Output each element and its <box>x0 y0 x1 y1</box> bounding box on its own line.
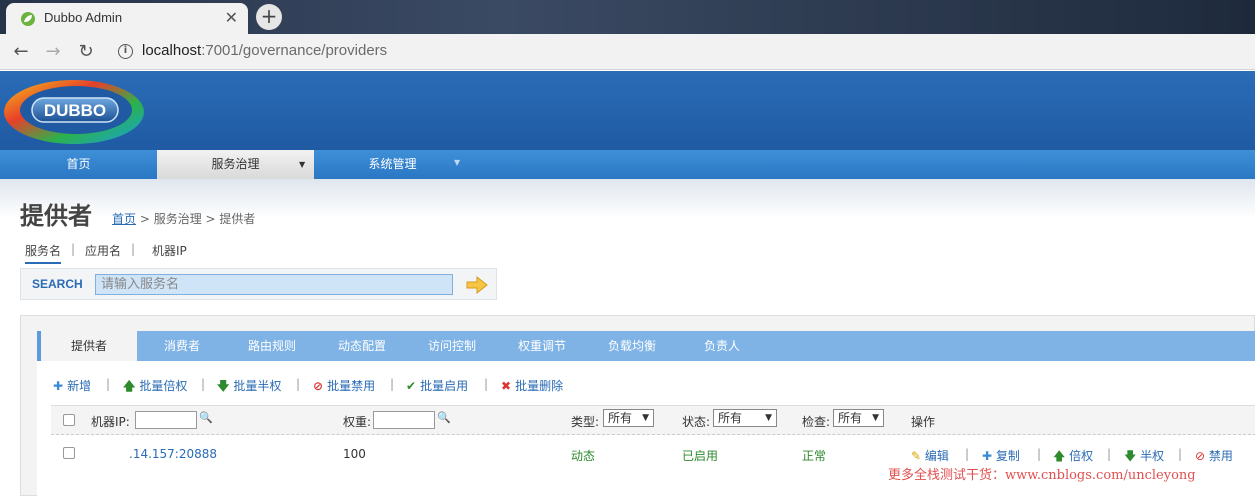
arrow-down-icon: 🡇 <box>217 379 230 393</box>
divider: | <box>1037 447 1042 461</box>
select-all-checkbox[interactable] <box>63 414 75 426</box>
row-checkbox[interactable] <box>63 447 75 459</box>
cross-icon: ✖ <box>501 379 512 393</box>
status-filter-label: 状态: <box>682 415 711 429</box>
batch-delete-button[interactable]: ✖ 批量删除 <box>501 377 563 394</box>
search-icon[interactable]: 🔍 <box>437 411 451 424</box>
divider: | <box>131 242 136 256</box>
type-filter-label: 类型: <box>571 415 600 429</box>
ban-icon: ⊘ <box>313 379 324 393</box>
breadcrumb: 首页 > 服务治理 > 提供者 <box>112 210 255 227</box>
panel-tabs: 提供者 消费者 路由规则 动态配置 访问控制 权重调节 负载均衡 负责人 <box>37 331 1255 361</box>
plus-icon: ✚ <box>53 379 64 393</box>
chevron-down-icon: ▼ <box>642 413 649 423</box>
close-tab-icon[interactable]: ✕ <box>225 8 238 27</box>
subtab-service-name[interactable]: 服务名 <box>25 242 62 264</box>
tab-owners[interactable]: 负责人 <box>677 331 767 361</box>
nav-system-management[interactable]: 系统管理 ▼ <box>314 150 471 179</box>
divider: | <box>71 242 76 256</box>
batch-double-weight-button[interactable]: 🡅 批量倍权 <box>123 377 187 398</box>
spring-leaf-icon <box>21 12 35 26</box>
url-text: localhost:7001/governance/providers <box>142 42 388 59</box>
breadcrumb-home-link[interactable]: 首页 <box>112 212 136 226</box>
ban-icon: ⊘ <box>1195 449 1206 463</box>
dubbo-logo[interactable]: DUBBO <box>2 76 145 146</box>
divider: | <box>484 377 489 391</box>
row-status: 已启用 <box>682 449 719 463</box>
pencil-icon: ✎ <box>911 449 922 463</box>
arrow-up-icon: 🡅 <box>1053 449 1066 463</box>
tab-access[interactable]: 访问控制 <box>407 331 497 361</box>
batch-half-weight-button[interactable]: 🡇 批量半权 <box>217 377 281 398</box>
tab-weights[interactable]: 权重调节 <box>497 331 587 361</box>
type-filter-select[interactable]: 所有 ▼ <box>603 409 654 427</box>
row-weight: 100 <box>343 447 366 461</box>
tab-providers[interactable]: 提供者 <box>37 331 137 361</box>
browser-tabstrip: Dubbo Admin ✕ + <box>0 0 1255 34</box>
disable-button[interactable]: ⊘ 禁用 <box>1195 447 1233 464</box>
check-icon: ✔ <box>406 379 417 393</box>
batch-enable-button[interactable]: ✔ 批量启用 <box>406 377 468 394</box>
divider: | <box>106 377 111 391</box>
chevron-down-icon: ▼ <box>872 413 879 423</box>
copy-button[interactable]: ✚ 复制 <box>982 447 1020 464</box>
dropdown-caret-icon: ▼ <box>454 158 461 167</box>
row-ip-link[interactable]: .14.157:20888 <box>129 447 217 461</box>
operations-header: 操作 <box>911 415 936 429</box>
nav-service-governance[interactable]: 服务治理 ▼ <box>157 150 314 179</box>
page-title: 提供者 <box>20 202 92 230</box>
ip-filter-input[interactable] <box>135 411 197 429</box>
search-input[interactable] <box>95 274 453 295</box>
browser-toolbar: ← → ↻ i localhost:7001/governance/provid… <box>0 34 1255 70</box>
nav-home[interactable]: 首页 <box>0 150 157 179</box>
arrow-up-icon: 🡅 <box>123 379 136 393</box>
search-bar: SEARCH <box>20 268 497 300</box>
forward-arrow-icon[interactable]: → <box>42 41 64 63</box>
info-icon[interactable]: i <box>118 44 133 59</box>
batch-disable-button[interactable]: ⊘ 批量禁用 <box>313 377 375 394</box>
tab-consumers[interactable]: 消费者 <box>137 331 227 361</box>
plus-icon: ✚ <box>982 449 993 463</box>
dropdown-caret-icon: ▼ <box>299 160 306 169</box>
watermark-text: 更多全栈测试干货：www.cnblogs.com/uncleyong <box>888 468 1196 483</box>
subtab-machine-ip[interactable]: 机器IP <box>152 242 187 259</box>
search-icon[interactable]: 🔍 <box>199 411 213 424</box>
tab-routes[interactable]: 路由规则 <box>227 331 317 361</box>
divider: | <box>296 377 301 391</box>
edit-button[interactable]: ✎ 编辑 <box>911 447 949 464</box>
tab-overrides[interactable]: 动态配置 <box>317 331 407 361</box>
chevron-down-icon: ▼ <box>765 413 772 423</box>
address-bar[interactable]: i localhost:7001/governance/providers <box>108 39 1255 65</box>
divider: | <box>965 447 970 461</box>
divider: | <box>1107 447 1112 461</box>
weight-filter-label: 权重: <box>343 415 372 429</box>
divider: | <box>390 377 395 391</box>
reload-icon[interactable]: ↻ <box>75 41 97 63</box>
ip-filter-label: 机器IP: <box>91 415 130 429</box>
browser-tab[interactable]: Dubbo Admin ✕ <box>6 3 248 34</box>
app-header: DUBBO <box>0 71 1255 150</box>
divider: | <box>201 377 206 391</box>
arrow-down-icon: 🡇 <box>1124 449 1137 463</box>
check-filter-label: 检查: <box>802 415 831 429</box>
new-tab-button[interactable]: + <box>256 4 282 30</box>
logo-text: DUBBO <box>44 101 106 120</box>
main-nav: 首页 服务治理 ▼ 系统管理 ▼ <box>0 150 1255 179</box>
check-filter-select[interactable]: 所有 ▼ <box>833 409 884 427</box>
row-check: 正常 <box>802 449 827 463</box>
tab-loadbalance[interactable]: 负载均衡 <box>587 331 677 361</box>
divider: | <box>1178 447 1183 461</box>
add-button[interactable]: ✚ 新增 <box>53 377 91 394</box>
subtab-app-name[interactable]: 应用名 <box>85 242 121 259</box>
status-filter-select[interactable]: 所有 ▼ <box>713 409 777 427</box>
search-label: SEARCH <box>32 277 83 291</box>
breadcrumb-rest: > 服务治理 > 提供者 <box>139 212 256 226</box>
weight-filter-input[interactable] <box>373 411 435 429</box>
tab-title: Dubbo Admin <box>44 10 123 25</box>
back-arrow-icon[interactable]: ← <box>10 41 32 63</box>
table-header: 机器IP: 🔍 权重: 🔍 类型: 所有 ▼ 状态: 所有 ▼ 检查: 所有 ▼ 操作 <box>51 406 1255 435</box>
arrow-right-icon[interactable] <box>465 275 489 295</box>
row-type: 动态 <box>571 449 596 463</box>
